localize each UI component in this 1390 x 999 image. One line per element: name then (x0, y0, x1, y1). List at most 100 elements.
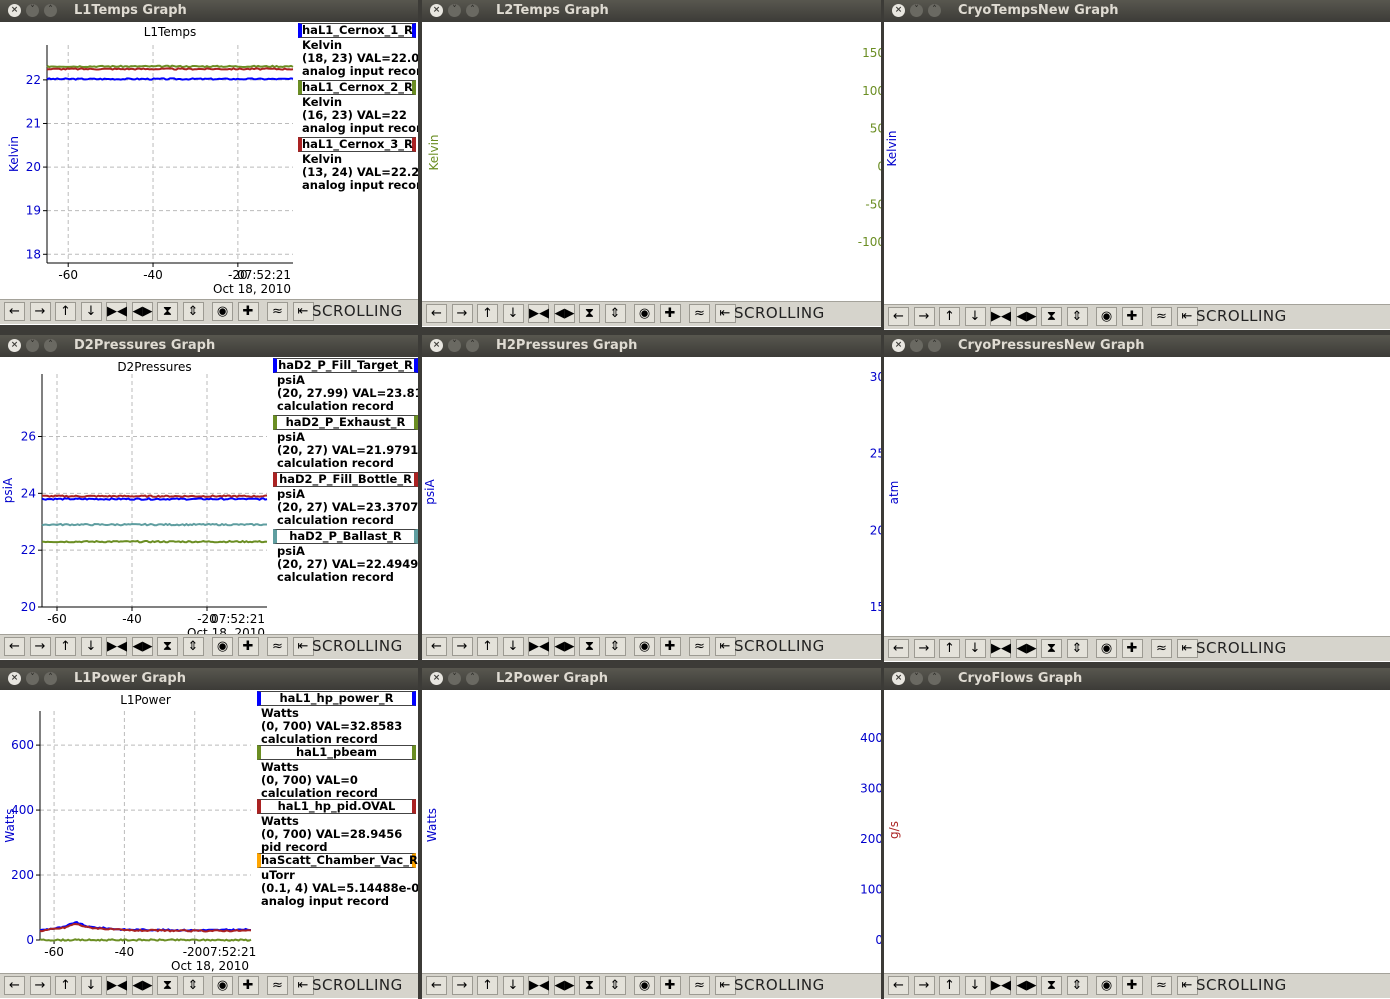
zoom-out-y-icon[interactable]: ⇕ (1066, 976, 1088, 995)
crosshair-icon[interactable]: ✚ (237, 976, 259, 995)
minimize-icon[interactable]: ˅ (448, 672, 461, 685)
close-icon[interactable]: × (892, 672, 905, 685)
autoscale-icon[interactable]: ≈ (1151, 639, 1172, 658)
zoom-out-y-icon[interactable]: ⇕ (1066, 639, 1088, 658)
minimize-icon[interactable]: ˅ (448, 339, 461, 352)
scroll-back-icon[interactable]: ⇤ (292, 302, 314, 321)
zoom-in-x-icon[interactable]: ▶◀ (990, 639, 1011, 658)
zoom-out-x-icon[interactable]: ◀▶ (553, 637, 575, 656)
autoscale-icon[interactable]: ≈ (267, 976, 288, 995)
arrow-down-icon[interactable]: ↓ (502, 637, 524, 656)
autoscale-icon[interactable]: ≈ (267, 637, 288, 656)
legend-entry[interactable]: haL1_Cernox_2_R Kelvin (16, 23) VAL=22 anal… (298, 80, 418, 136)
close-icon[interactable]: × (892, 339, 905, 352)
zoom-out-y-icon[interactable]: ⇕ (604, 637, 626, 656)
zoom-out-y-icon[interactable]: ⇕ (604, 304, 626, 323)
close-icon[interactable]: × (8, 672, 21, 685)
zoom-in-y-icon[interactable]: ⧗ (157, 976, 178, 995)
crosshair-icon[interactable]: ✚ (659, 976, 681, 995)
legend-entry[interactable]: haD2_P_Ballast_R psiA (20, 27) VAL=22.4949… (273, 529, 418, 585)
zoom-out-y-icon[interactable]: ⇕ (182, 976, 204, 995)
legend-entry[interactable]: haD2_P_Fill_Target_R psiA (20, 27.99) VAL=… (273, 358, 418, 414)
reset-icon[interactable]: ◉ (1096, 976, 1117, 995)
maximize-icon[interactable]: ˄ (44, 672, 57, 685)
scroll-back-icon[interactable]: ⇤ (1176, 976, 1198, 995)
zoom-in-y-icon[interactable]: ⧗ (579, 304, 600, 323)
reset-icon[interactable]: ◉ (212, 976, 233, 995)
arrow-right-icon[interactable]: → (451, 304, 473, 323)
crosshair-icon[interactable]: ✚ (659, 304, 681, 323)
zoom-in-x-icon[interactable]: ▶◀ (990, 976, 1011, 995)
crosshair-icon[interactable]: ✚ (1121, 307, 1143, 326)
zoom-out-x-icon[interactable]: ◀▶ (131, 302, 153, 321)
legend-entry[interactable]: haL1_Cernox_3_R Kelvin (13, 24) VAL=22.25 a… (298, 137, 418, 193)
arrow-left-icon[interactable]: ← (888, 976, 909, 995)
close-icon[interactable]: × (430, 4, 443, 17)
crosshair-icon[interactable]: ✚ (659, 637, 681, 656)
zoom-out-x-icon[interactable]: ◀▶ (553, 976, 575, 995)
legend-entry[interactable]: haL1_Cernox_1_R Kelvin (18, 23) VAL=22.02 a… (298, 23, 418, 79)
autoscale-icon[interactable]: ≈ (267, 302, 288, 321)
crosshair-icon[interactable]: ✚ (237, 302, 259, 321)
arrow-up-icon[interactable]: ↑ (55, 302, 76, 321)
scroll-back-icon[interactable]: ⇤ (1176, 307, 1198, 326)
arrow-right-icon[interactable]: → (913, 639, 935, 658)
arrow-right-icon[interactable]: → (451, 637, 473, 656)
zoom-out-x-icon[interactable]: ◀▶ (553, 304, 575, 323)
maximize-icon[interactable]: ˄ (928, 339, 941, 352)
zoom-out-y-icon[interactable]: ⇕ (1066, 307, 1088, 326)
autoscale-icon[interactable]: ≈ (1151, 307, 1172, 326)
zoom-out-x-icon[interactable]: ◀▶ (131, 976, 153, 995)
minimize-icon[interactable]: ˅ (910, 672, 923, 685)
arrow-down-icon[interactable]: ↓ (80, 302, 102, 321)
arrow-left-icon[interactable]: ← (426, 976, 447, 995)
minimize-icon[interactable]: ˅ (910, 4, 923, 17)
arrow-left-icon[interactable]: ← (4, 302, 25, 321)
reset-icon[interactable]: ◉ (1096, 639, 1117, 658)
reset-icon[interactable]: ◉ (634, 976, 655, 995)
close-icon[interactable]: × (892, 4, 905, 17)
zoom-in-x-icon[interactable]: ▶◀ (106, 637, 127, 656)
arrow-up-icon[interactable]: ↑ (939, 307, 960, 326)
scroll-back-icon[interactable]: ⇤ (292, 976, 314, 995)
arrow-down-icon[interactable]: ↓ (80, 637, 102, 656)
zoom-in-x-icon[interactable]: ▶◀ (528, 637, 549, 656)
zoom-in-y-icon[interactable]: ⧗ (579, 976, 600, 995)
arrow-down-icon[interactable]: ↓ (964, 307, 986, 326)
crosshair-icon[interactable]: ✚ (1121, 976, 1143, 995)
zoom-in-x-icon[interactable]: ▶◀ (528, 304, 549, 323)
arrow-up-icon[interactable]: ↑ (477, 637, 498, 656)
maximize-icon[interactable]: ˄ (466, 4, 479, 17)
legend-entry[interactable]: haL1_hp_power_R Watts (0, 700) VAL=32.8583… (257, 691, 418, 747)
arrow-right-icon[interactable]: → (451, 976, 473, 995)
arrow-left-icon[interactable]: ← (426, 304, 447, 323)
legend-entry[interactable]: haL1_pbeam Watts (0, 700) VAL=0 calculation… (257, 745, 418, 801)
scroll-back-icon[interactable]: ⇤ (292, 637, 314, 656)
arrow-right-icon[interactable]: → (29, 637, 51, 656)
maximize-icon[interactable]: ˄ (928, 4, 941, 17)
autoscale-icon[interactable]: ≈ (689, 304, 710, 323)
close-icon[interactable]: × (8, 4, 21, 17)
legend-entry[interactable]: haD2_P_Exhaust_R psiA (20, 27) VAL=21.9791… (273, 415, 418, 471)
reset-icon[interactable]: ◉ (634, 304, 655, 323)
arrow-left-icon[interactable]: ← (888, 639, 909, 658)
arrow-up-icon[interactable]: ↑ (477, 304, 498, 323)
close-icon[interactable]: × (8, 339, 21, 352)
arrow-left-icon[interactable]: ← (426, 637, 447, 656)
legend-entry[interactable]: haL1_hp_pid.OVAL Watts (0, 700) VAL=28.945… (257, 799, 418, 855)
maximize-icon[interactable]: ˄ (466, 339, 479, 352)
maximize-icon[interactable]: ˄ (466, 672, 479, 685)
zoom-in-x-icon[interactable]: ▶◀ (106, 302, 127, 321)
zoom-out-x-icon[interactable]: ◀▶ (1015, 307, 1037, 326)
arrow-down-icon[interactable]: ↓ (964, 976, 986, 995)
arrow-up-icon[interactable]: ↑ (939, 976, 960, 995)
arrow-down-icon[interactable]: ↓ (502, 304, 524, 323)
autoscale-icon[interactable]: ≈ (1151, 976, 1172, 995)
arrow-left-icon[interactable]: ← (4, 637, 25, 656)
minimize-icon[interactable]: ˅ (910, 339, 923, 352)
legend-entry[interactable]: haScatt_Chamber_Vac_R uTorr (0.1, 4) VAL=5… (257, 853, 418, 909)
arrow-up-icon[interactable]: ↑ (477, 976, 498, 995)
minimize-icon[interactable]: ˅ (26, 4, 39, 17)
zoom-in-y-icon[interactable]: ⧗ (157, 637, 178, 656)
arrow-down-icon[interactable]: ↓ (964, 639, 986, 658)
